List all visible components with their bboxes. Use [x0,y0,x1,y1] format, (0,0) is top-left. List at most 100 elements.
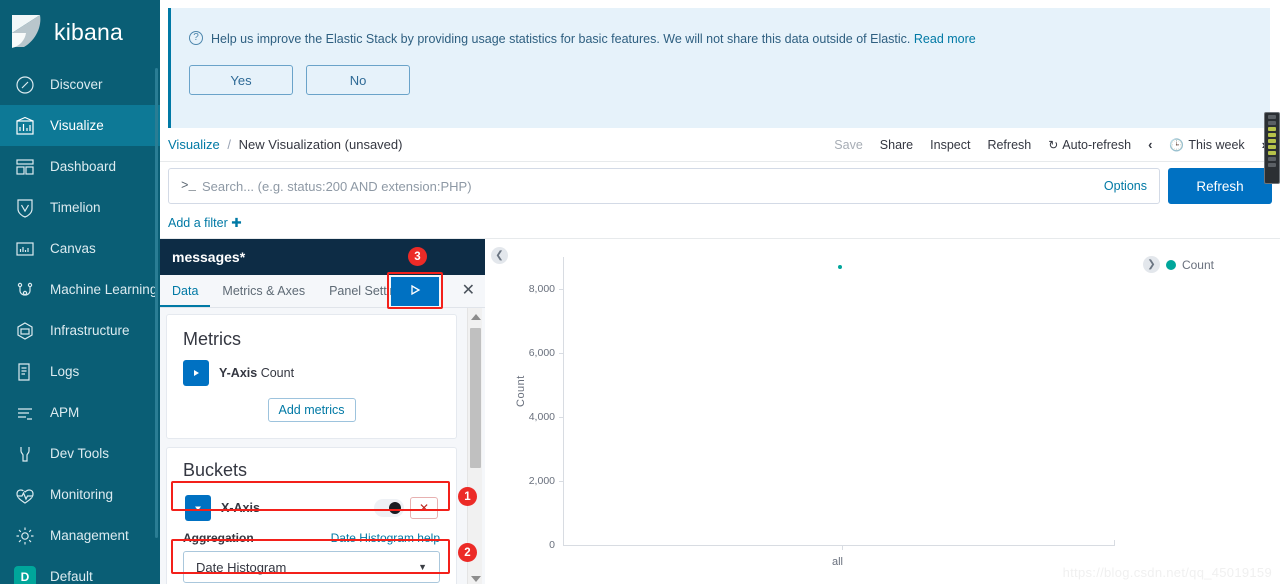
visualization-editor-panel: messages* 3 Data Metrics & Axes Panel Se… [160,239,485,584]
sidebar-item-infrastructure[interactable]: Infrastructure [0,310,160,351]
breadcrumb: Visualize / New Visualization (unsaved) [168,137,402,152]
buckets-card: Buckets X-Axis ✕ Aggregation Date Histog… [166,447,457,584]
sidebar-item-machine-learning[interactable]: Machine Learning [0,269,160,310]
sidebar-item-label: Machine Learning [50,282,158,297]
x-axis-start-cap [563,540,564,546]
search-shell[interactable]: >_ Options [168,168,1160,204]
wrench-icon [14,443,36,465]
query-bar: >_ Options Refresh [160,162,1280,210]
breadcrumb-visualize[interactable]: Visualize [168,137,220,152]
sidebar-item-discover[interactable]: Discover [0,64,160,105]
apply-changes-button[interactable] [391,277,439,306]
auto-refresh-button[interactable]: ↻ Auto-refresh [1048,138,1131,152]
scroll-up-arrow-icon[interactable] [471,314,481,320]
bar-chart-icon [14,115,36,137]
sidebar-item-canvas[interactable]: Canvas [0,228,160,269]
telemetry-no-button[interactable]: No [306,65,410,96]
chart-plot-area[interactable]: Count 8,000 6,000 4,000 2,000 0 all [485,239,1280,584]
save-button[interactable]: Save [834,138,863,152]
telemetry-yes-button[interactable]: Yes [189,65,293,96]
telemetry-banner-text: Help us improve the Elastic Stack by pro… [211,30,976,47]
sidebar-item-management[interactable]: Management [0,515,160,556]
chart-data-point[interactable] [838,265,842,269]
read-more-link[interactable]: Read more [914,32,976,46]
visibility-toggle-icon[interactable] [374,499,404,517]
x-axis-bucket-label: X-Axis [221,501,260,515]
x-axis-bucket-controls: ✕ [374,497,438,519]
time-range-picker[interactable]: 🕒 This week [1169,138,1244,152]
query-refresh-button[interactable]: Refresh [1168,168,1272,204]
x-axis-tick-mark [842,545,843,550]
metric-y-axis-row[interactable]: Y-Axis Count [183,360,440,386]
sidebar-item-dev-tools[interactable]: Dev Tools [0,433,160,474]
kibana-brand[interactable]: kibana [0,0,160,64]
tab-metrics-and-axes[interactable]: Metrics & Axes [210,275,317,307]
sidebar-item-label: Dev Tools [50,446,110,461]
machine-learning-icon [14,279,36,301]
annotation-badge-1: 1 [458,487,477,506]
close-editor-icon[interactable]: ✕ [462,281,475,301]
y-axis-tick-label: 6,000 [528,347,555,359]
scroll-down-arrow-icon[interactable] [471,576,481,582]
x-axis-bucket-row[interactable]: X-Axis ✕ [183,491,440,525]
buckets-title: Buckets [183,460,248,480]
index-pattern-header: messages* 3 [160,239,485,275]
canvas-icon [14,238,36,260]
y-axis-tick-label: 8,000 [528,283,555,295]
query-options-link[interactable]: Options [1104,179,1147,193]
visualization-workspace: messages* 3 Data Metrics & Axes Panel Se… [160,239,1280,584]
sidebar-scrollbar[interactable] [155,68,158,538]
question-mark-icon: ? [189,31,203,45]
global-nav-sidebar: kibana Discover Visualize Dashboard Time… [0,0,160,584]
gear-icon [14,525,36,547]
triangle-down-icon[interactable] [185,495,211,521]
triangle-right-icon[interactable] [183,360,209,386]
add-metrics-button[interactable]: Add metrics [267,398,356,422]
topbar-actions: Save Share Inspect Refresh ↻ Auto-refresh… [834,137,1266,152]
filter-bar: Add a filter ✚ [160,210,1280,239]
y-axis-title: Count [515,375,527,407]
tab-data[interactable]: Data [160,275,210,307]
kibana-logo-icon [10,14,44,50]
sidebar-item-label: APM [50,405,80,420]
add-filter-button[interactable]: Add a filter ✚ [168,216,242,230]
remove-x-axis-button[interactable]: ✕ [410,497,438,519]
query-prompt-icon: >_ [181,179,197,193]
editor-body: Metrics Y-Axis Count Add metrics Buckets… [160,308,485,584]
time-prev-arrow-icon[interactable]: ‹ [1148,137,1152,152]
sidebar-item-label: Dashboard [50,159,117,174]
editor-scroll-thumb[interactable] [470,328,481,468]
sidebar-item-label: Visualize [50,118,104,133]
metrics-title: Metrics [183,329,241,349]
aggregation-select-value: Date Histogram [196,559,287,575]
sidebar-item-space-default[interactable]: D Default [0,556,160,584]
refresh-button[interactable]: Refresh [987,138,1031,152]
metric-y-axis-value: Count [260,366,295,380]
aggregation-label: Aggregation [183,531,254,545]
add-filter-label: Add a filter [168,216,228,230]
compass-icon [14,74,36,96]
x-axis-end-cap [1114,540,1115,546]
sidebar-item-label: Canvas [50,241,96,256]
sidebar-item-dashboard[interactable]: Dashboard [0,146,160,187]
y-axis-tick-label: 4,000 [528,411,555,423]
inspect-button[interactable]: Inspect [930,138,970,152]
sidebar-item-apm[interactable]: APM [0,392,160,433]
share-button[interactable]: Share [880,138,913,152]
sidebar-item-label: Logs [50,364,80,379]
date-histogram-help-link[interactable]: Date Histogram help [331,531,440,545]
search-input[interactable] [202,178,1104,194]
sidebar-item-label: Discover [50,77,103,92]
kibana-app: kibana Discover Visualize Dashboard Time… [0,0,1280,584]
sidebar-item-logs[interactable]: Logs [0,351,160,392]
visualization-chart-panel: ❮ ❯ Count Count 8,000 6,000 4,000 2,000 … [485,239,1280,584]
browser-scrollbar[interactable] [1264,112,1280,184]
aggregation-select[interactable]: Date Histogram ▼ [183,551,440,583]
sidebar-item-monitoring[interactable]: Monitoring [0,474,160,515]
y-axis-tick-label: 2,000 [528,475,555,487]
sidebar-item-visualize[interactable]: Visualize [0,105,160,146]
y-axis-line [563,257,564,545]
breadcrumb-separator: / [227,137,232,152]
chevron-down-icon: ▼ [418,562,427,572]
sidebar-item-timelion[interactable]: Timelion [0,187,160,228]
